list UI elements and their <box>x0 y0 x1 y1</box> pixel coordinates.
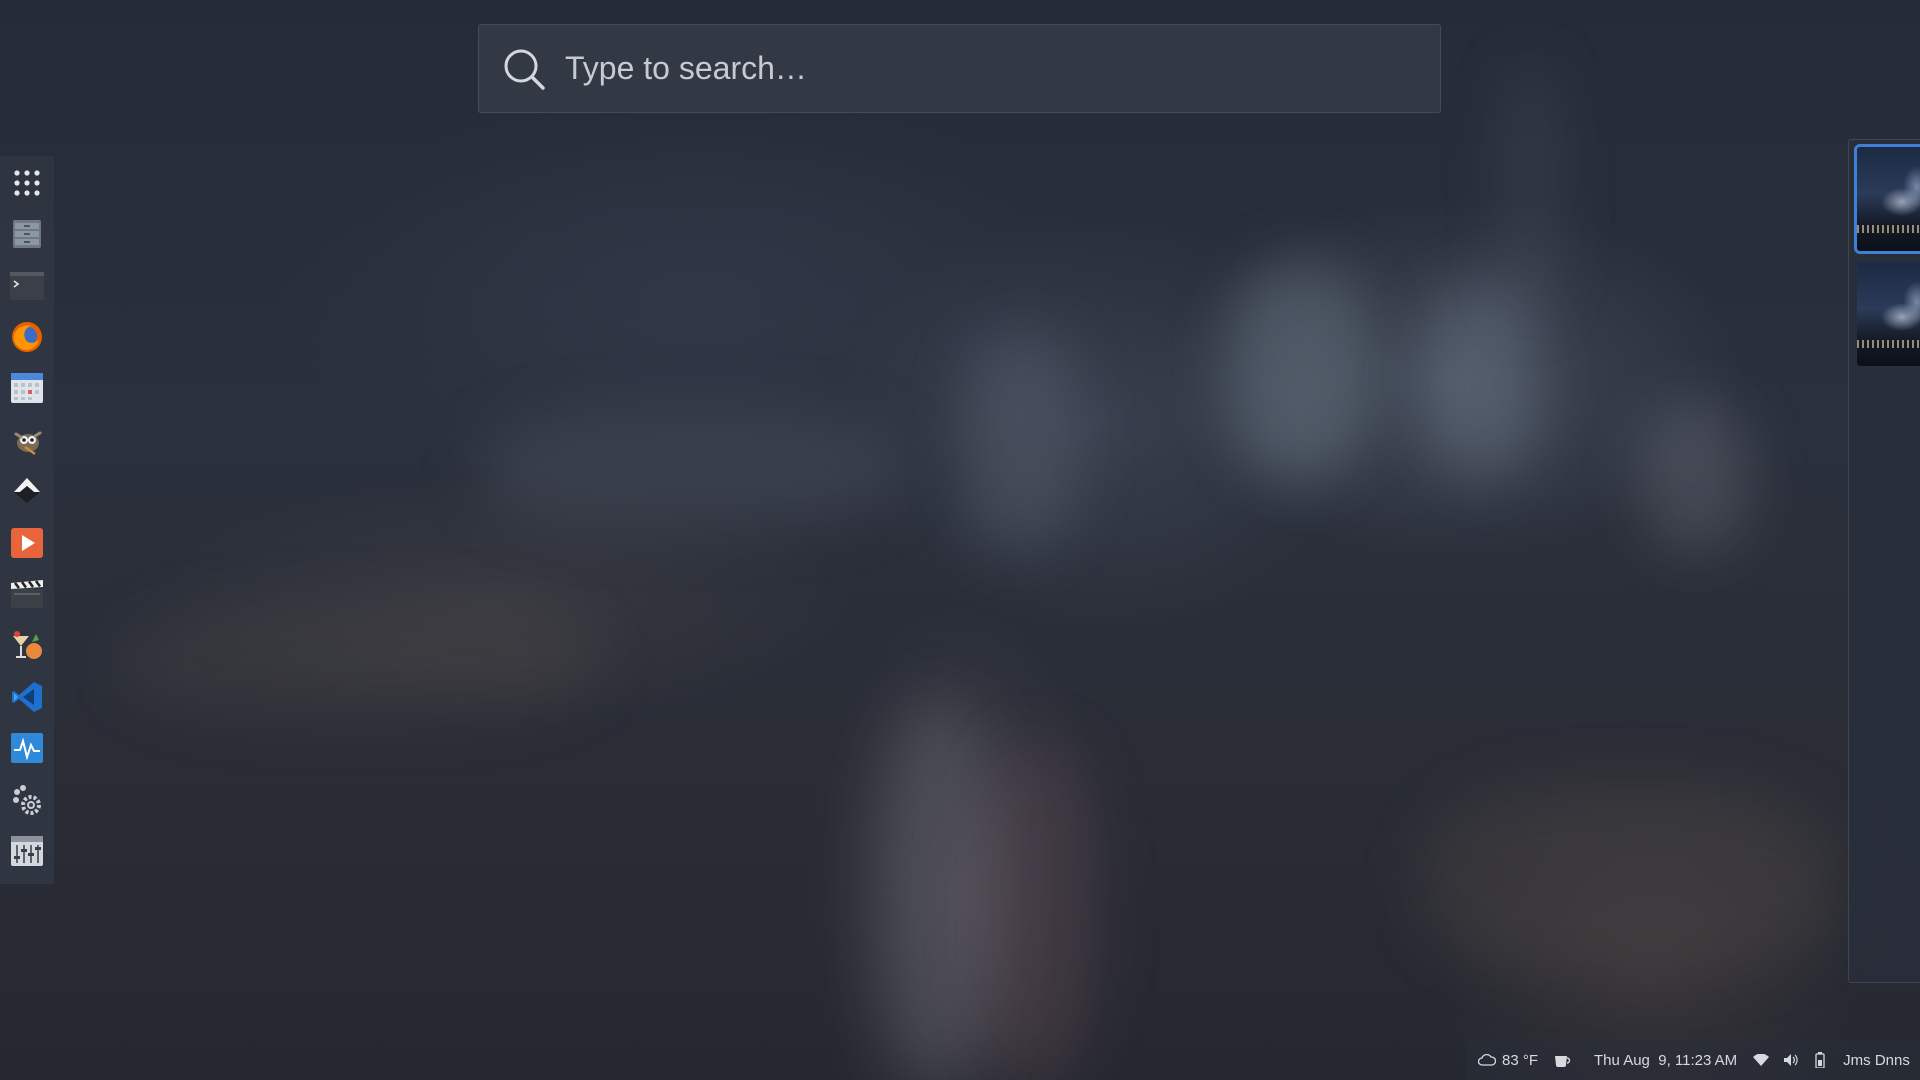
battery-icon <box>1813 1052 1827 1068</box>
wallpaper <box>0 0 1920 1080</box>
date-time: Thu Aug 9, 11:23 AM <box>1594 1051 1738 1069</box>
clapperboard-icon[interactable] <box>8 575 46 612</box>
volume-indicator[interactable] <box>1783 1053 1805 1067</box>
coffee-icon <box>1554 1052 1572 1068</box>
app-grid-icon[interactable] <box>8 164 46 201</box>
cocktail-icon[interactable] <box>8 627 46 664</box>
gear-paw-icon[interactable] <box>8 781 46 818</box>
weather-indicator[interactable]: 83 °F <box>1478 1052 1538 1069</box>
battery-indicator[interactable] <box>1813 1052 1833 1068</box>
mixer-icon[interactable] <box>8 832 46 869</box>
caffeine-indicator[interactable] <box>1554 1052 1578 1068</box>
code-icon[interactable] <box>8 678 46 715</box>
volume-icon <box>1783 1053 1799 1067</box>
weather-temperature: 83 °F <box>1502 1051 1539 1069</box>
workspace-thumbnail-1[interactable] <box>1857 147 1920 251</box>
clock[interactable]: Thu Aug 9, 11:23 AM <box>1594 1052 1737 1069</box>
file-cabinet-icon[interactable] <box>8 215 46 252</box>
terminal-icon[interactable] <box>8 267 46 304</box>
search-bar[interactable] <box>478 24 1441 113</box>
play-icon[interactable] <box>8 524 46 561</box>
cloud-icon <box>1478 1054 1496 1066</box>
user-menu[interactable]: Jms Dnns <box>1843 1052 1910 1069</box>
calendar-icon[interactable] <box>8 370 46 407</box>
monitor-wave-icon[interactable] <box>8 730 46 767</box>
search-icon <box>501 46 547 92</box>
wifi-indicator[interactable] <box>1753 1054 1775 1066</box>
search-input[interactable] <box>563 37 1440 100</box>
user-name: Jms Dnns <box>1843 1051 1910 1069</box>
workspace-thumbnail-2[interactable] <box>1857 262 1920 366</box>
inkscape-icon[interactable] <box>8 473 46 510</box>
status-bar: 83 °F Thu Aug 9, 11:23 AM Jms Dnns <box>1466 1040 1920 1080</box>
workspace-switcher <box>1848 139 1920 983</box>
dock <box>0 156 54 884</box>
wifi-icon <box>1753 1054 1770 1066</box>
gimp-icon[interactable] <box>8 421 46 458</box>
firefox-icon[interactable] <box>8 318 46 355</box>
